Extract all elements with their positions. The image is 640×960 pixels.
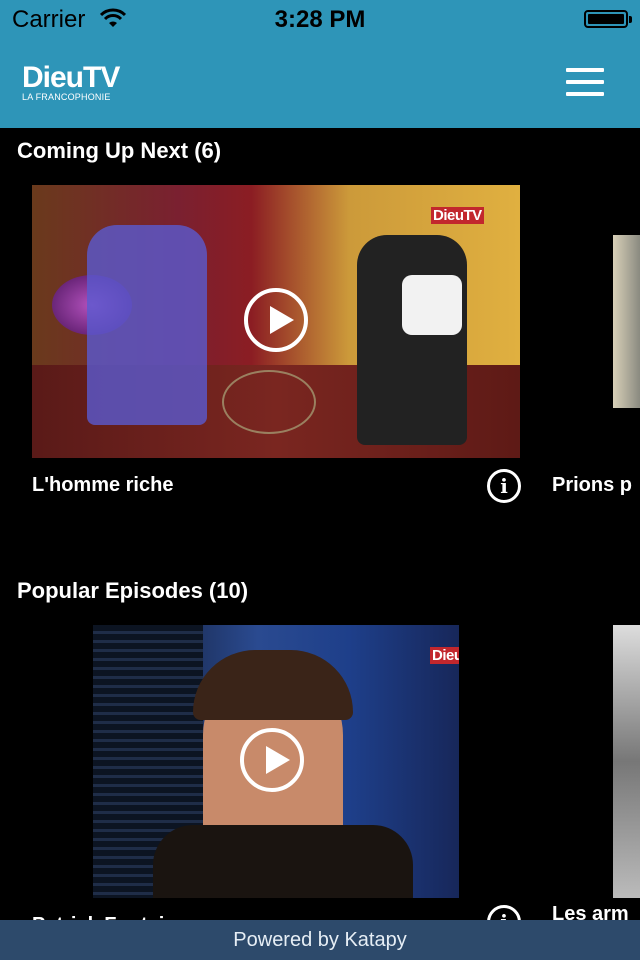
video-thumbnail-partial[interactable] [613, 235, 640, 408]
play-icon[interactable] [240, 728, 304, 792]
nav-bar: Carrier 3:28 PM DieuTV LA FRANCOPHONIE [0, 0, 640, 128]
info-icon[interactable]: i [487, 469, 521, 503]
battery-icon [584, 10, 632, 28]
section-title-coming-up: Coming Up Next (6) [17, 138, 222, 163]
status-bar: Carrier 3:28 PM [0, 0, 640, 40]
footer-banner: Powered by Katapy [0, 920, 640, 960]
logo-subtitle: LA FRANCOPHONIE [22, 92, 111, 102]
episode-title[interactable]: L'homme riche [32, 474, 173, 497]
play-icon[interactable] [244, 288, 308, 352]
logo[interactable]: DieuTV LA FRANCOPHONIE [22, 61, 120, 103]
hamburger-menu-icon[interactable] [566, 68, 604, 96]
logo-text: DieuTV [22, 61, 120, 94]
section-title-popular: Popular Episodes (10) [17, 578, 249, 603]
channel-watermark: DieuTV [430, 647, 459, 664]
video-thumbnail-partial[interactable] [613, 625, 640, 898]
video-thumbnail[interactable]: DieuTV [93, 625, 459, 898]
video-thumbnail[interactable]: DieuTV [32, 185, 520, 458]
channel-watermark: DieuTV [431, 207, 484, 224]
clock: 3:28 PM [274, 6, 366, 33]
episode-title-partial[interactable]: Prions p [552, 474, 640, 497]
